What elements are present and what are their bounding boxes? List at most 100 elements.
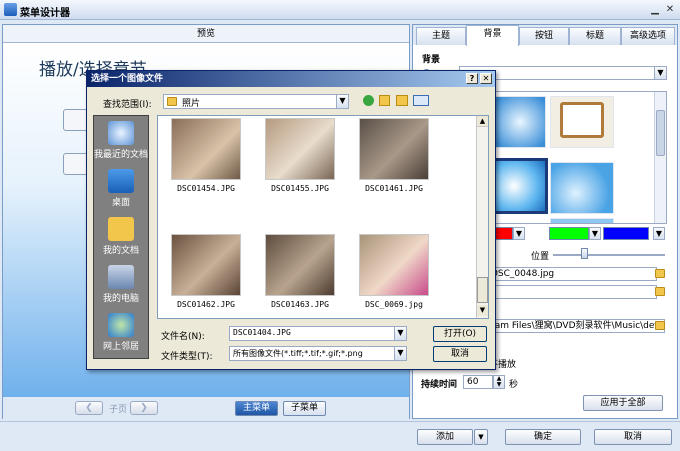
chevron-down-icon[interactable]: ▼: [513, 227, 525, 240]
prev-page-button[interactable]: ❮: [75, 401, 103, 415]
music-path-field[interactable]: ram Files\狸窝\DVD刻录软件\Music\defa: [487, 319, 665, 333]
chevron-down-icon[interactable]: ▼: [589, 227, 601, 240]
tab-buttons[interactable]: 按钮: [519, 27, 569, 45]
thumbnails-scrollbar[interactable]: [654, 92, 666, 223]
tab-theme[interactable]: 主题: [416, 27, 466, 45]
duration-unit: 秒: [509, 380, 519, 390]
file-item[interactable]: DSC01462.JPG: [168, 234, 244, 318]
filename-value: DSC01404.JPG: [233, 328, 291, 337]
file-item[interactable]: DSC_0069.jpg: [356, 234, 432, 318]
network-icon: [108, 313, 134, 337]
file-item[interactable]: DSC01454.JPG: [168, 118, 244, 202]
help-icon[interactable]: ?: [466, 73, 478, 84]
filetype-label: 文件类型(T):: [161, 352, 213, 362]
file-list-scrollbar[interactable]: ▲ ▼: [476, 116, 488, 318]
main-menu-button[interactable]: 主菜单: [235, 401, 279, 416]
place-desktop[interactable]: 桌面: [94, 166, 148, 214]
file-name: DSC01463.JPG: [271, 300, 329, 309]
file-item[interactable]: DSC01455.JPG: [262, 118, 338, 202]
open-image-dialog: 选择一个图像文件 ? ✕ 查找范围(I): 照片 ▼ 我最近的文档 桌面 我的文…: [86, 70, 496, 370]
filetype-value: 所有图像文件(*.tiff;*.tif;*.gif;*.png: [233, 349, 363, 358]
file-item[interactable]: DSC01461.JPG: [356, 118, 432, 202]
next-page-button[interactable]: ❯: [130, 401, 158, 415]
blue-color-swatch[interactable]: [603, 227, 649, 240]
scroll-thumb[interactable]: [477, 277, 488, 303]
filename-label: 文件名(N):: [161, 332, 205, 342]
close-icon[interactable]: ✕: [480, 73, 492, 84]
place-label: 桌面: [111, 198, 130, 208]
desktop-icon: [108, 169, 134, 193]
file-name: DSC_0069.jpg: [365, 300, 423, 309]
chevron-down-icon[interactable]: ▼: [474, 429, 488, 445]
places-bar: 我最近的文档 桌面 我的文档 我的电脑 网上邻居: [93, 115, 149, 359]
window-title: 菜单设计器: [20, 8, 70, 19]
folder-icon: [167, 97, 177, 106]
ok-button[interactable]: 确定: [505, 429, 581, 445]
documents-icon: [108, 217, 134, 241]
duration-input[interactable]: 60: [463, 375, 493, 389]
open-button[interactable]: 打开(O): [433, 326, 487, 342]
green-color-swatch[interactable]: [549, 227, 589, 240]
folder-icon[interactable]: [655, 321, 665, 330]
add-button[interactable]: 添加: [417, 429, 473, 445]
place-label: 我的文档: [102, 246, 139, 256]
chevron-down-icon: ▼: [654, 67, 666, 79]
tab-title[interactable]: 标题: [569, 27, 621, 45]
filetype-select[interactable]: 所有图像文件(*.tiff;*.tif;*.gif;*.png ▼: [229, 346, 407, 361]
image-file-field[interactable]: DSC_0048.jpg: [487, 267, 657, 281]
view-menu-icon[interactable]: [413, 95, 429, 106]
dialog-cancel-button[interactable]: 取消: [433, 346, 487, 362]
tab-background[interactable]: 背景: [466, 25, 519, 46]
file-name: DSC01455.JPG: [271, 184, 329, 193]
place-label: 网上邻居: [102, 342, 139, 352]
file-name: DSC01462.JPG: [177, 300, 235, 309]
scroll-down-icon[interactable]: ▼: [477, 305, 488, 316]
lookin-select[interactable]: 照片 ▼: [163, 94, 349, 109]
bottom-bar: 添加 ▼ 确定 取消: [0, 421, 680, 451]
photo-thumbnail: [171, 234, 241, 296]
clock-icon: [108, 121, 134, 145]
thumbnail[interactable]: [550, 218, 614, 223]
tab-advanced[interactable]: 高级选项: [621, 27, 675, 45]
place-computer[interactable]: 我的电脑: [94, 262, 148, 310]
folder-icon[interactable]: [655, 287, 665, 296]
empty-file-field[interactable]: [487, 285, 657, 299]
position-slider-knob[interactable]: [581, 248, 588, 259]
place-label: 我的电脑: [102, 294, 139, 304]
file-list: DSC01454.JPG DSC01455.JPG DSC01461.JPG D…: [157, 115, 489, 319]
place-label: 我最近的文档: [94, 150, 149, 160]
position-slider[interactable]: [553, 254, 665, 256]
chevron-down-icon: ▼: [394, 347, 406, 360]
chevron-down-icon[interactable]: ▼: [653, 227, 665, 240]
apply-all-button[interactable]: 应用于全部: [583, 395, 663, 411]
file-name: DSC01454.JPG: [177, 184, 235, 193]
title-bar: 菜单设计器 ▁ ✕: [0, 0, 680, 20]
scroll-up-icon[interactable]: ▲: [477, 116, 488, 127]
file-item[interactable]: DSC01463.JPG: [262, 234, 338, 318]
photo-thumbnail: [265, 118, 335, 180]
place-recent[interactable]: 我最近的文档: [94, 118, 148, 166]
thumbnail[interactable]: [550, 162, 614, 214]
duration-label: 持续时间: [421, 380, 458, 390]
back-icon[interactable]: [363, 95, 374, 106]
filename-input[interactable]: DSC01404.JPG ▼: [229, 326, 407, 341]
folder-icon[interactable]: [655, 269, 665, 278]
place-network[interactable]: 网上邻居: [94, 310, 148, 358]
minimize-icon[interactable]: ▁: [648, 3, 662, 16]
cancel-button[interactable]: 取消: [594, 429, 672, 445]
lookin-label: 查找范围(I):: [103, 100, 152, 110]
tab-bar: 主题 背景 按钮 标题 高级选项: [413, 25, 677, 46]
new-folder-icon[interactable]: [396, 95, 408, 106]
preview-nav: ❮ 子页 ❯ 主菜单 子菜单: [3, 397, 409, 419]
place-documents[interactable]: 我的文档: [94, 214, 148, 262]
photo-thumbnail: [265, 234, 335, 296]
thumbnail[interactable]: [550, 96, 614, 148]
sub-menu-button[interactable]: 子菜单: [283, 401, 327, 416]
page-label: 子页: [109, 405, 128, 415]
lookin-value: 照片: [182, 99, 201, 109]
chevron-down-icon: ▼: [336, 95, 348, 108]
up-folder-icon[interactable]: [379, 95, 390, 106]
duration-stepper[interactable]: ▲ ▼: [493, 375, 505, 389]
computer-icon: [108, 265, 134, 289]
close-icon[interactable]: ✕: [663, 3, 677, 16]
